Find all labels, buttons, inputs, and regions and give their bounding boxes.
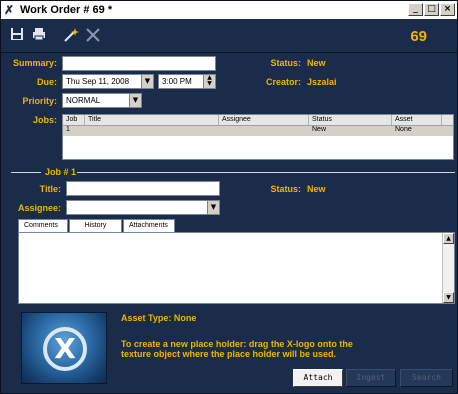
save-icon[interactable] [9,27,25,43]
column-header-asset[interactable]: Asset [392,115,442,125]
detail-tabs: Comments History Attachments [18,219,176,233]
column-header-title[interactable]: Title [85,115,219,125]
row-title [85,126,219,136]
search-button[interactable]: Search [400,369,453,387]
creator-label: Creator: [265,77,301,87]
assignee-label: Assignee: [17,203,61,213]
jobs-label: Jobs: [32,115,57,125]
chevron-down-icon[interactable]: ▼ [141,75,153,88]
row-assignee [219,126,309,136]
due-date-value: Thu Sep 11, 2008 [66,77,130,86]
comments-textarea[interactable]: ▲ ▼ [18,232,455,304]
due-label: Due: [37,77,57,87]
spinner-arrows-icon[interactable]: ▲ ▼ [203,75,215,88]
jobs-table-header: Job Title Assignee Status Asset [63,115,453,126]
order-number: 69 [410,28,427,45]
job-title-input[interactable] [66,181,220,196]
divider [11,172,41,173]
due-time-value: 3:00 PM [162,77,192,86]
chevron-down-icon[interactable]: ▼ [129,94,141,107]
due-date-picker[interactable]: Thu Sep 11, 2008 ▼ [62,74,154,89]
asset-type-label: Asset Type: None [121,313,197,323]
row-status: New [312,126,327,133]
column-header-job[interactable]: Job [63,115,85,125]
tab-history[interactable]: History [69,219,122,233]
x-logo-drag-handle[interactable]: X [21,312,107,384]
table-row[interactable]: 1 New None [63,126,453,136]
ingest-button[interactable]: Ingest [346,369,396,387]
priority-select[interactable]: NORMAL ▼ [62,93,142,108]
job-title-label: Title: [39,184,61,194]
column-header-assignee[interactable]: Assignee [219,115,309,125]
toolbar: 69 [1,19,457,53]
app-logo-icon: ✗ [4,3,15,17]
status-label: Status: [270,58,301,68]
due-time-spinner[interactable]: 3:00 PM ▲ ▼ [158,74,216,89]
priority-value: NORMAL [66,96,101,105]
work-order-window: ✗ Work Order # 69 * _ □ × 69 Summary: St… [0,0,458,394]
creator-value: Jszalai [307,77,337,87]
tab-comments[interactable]: Comments [18,219,68,233]
chevron-down-icon[interactable]: ▼ [207,201,219,214]
column-header-status[interactable]: Status [309,115,392,125]
window-controls: _ □ × [408,3,455,16]
job-status-label: Status: [270,184,301,194]
tools-icon[interactable] [85,27,101,43]
window-title: Work Order # 69 * [20,4,113,16]
assignee-select[interactable]: ▼ [66,200,220,215]
priority-label: Priority: [22,96,57,106]
x-logo-icon: X [54,332,76,365]
jobs-table[interactable]: Job Title Assignee Status Asset 1 New No… [62,114,454,160]
row-job: 1 [66,126,70,133]
scroll-down-icon[interactable]: ▼ [443,292,454,303]
print-icon[interactable] [31,27,47,43]
wand-icon[interactable] [63,27,79,43]
comments-scrollbar[interactable]: ▲ ▼ [442,233,454,303]
summary-label: Summary: [12,58,57,68]
title-bar: ✗ Work Order # 69 * _ □ × [1,1,457,19]
row-asset: None [395,126,412,133]
scroll-up-icon[interactable]: ▲ [443,233,454,244]
job-header: Job # 1 [45,167,77,177]
tab-attachments[interactable]: Attachments [123,219,175,233]
asset-instructions: To create a new place holder: drag the X… [121,339,353,359]
minimize-button[interactable]: _ [408,3,423,16]
divider [77,172,455,173]
summary-input[interactable] [62,56,216,71]
maximize-button[interactable]: □ [424,3,439,16]
status-value: New [307,58,326,68]
job-status-value: New [307,184,326,194]
attach-button[interactable]: Attach [293,369,343,387]
close-button[interactable]: × [440,3,455,16]
